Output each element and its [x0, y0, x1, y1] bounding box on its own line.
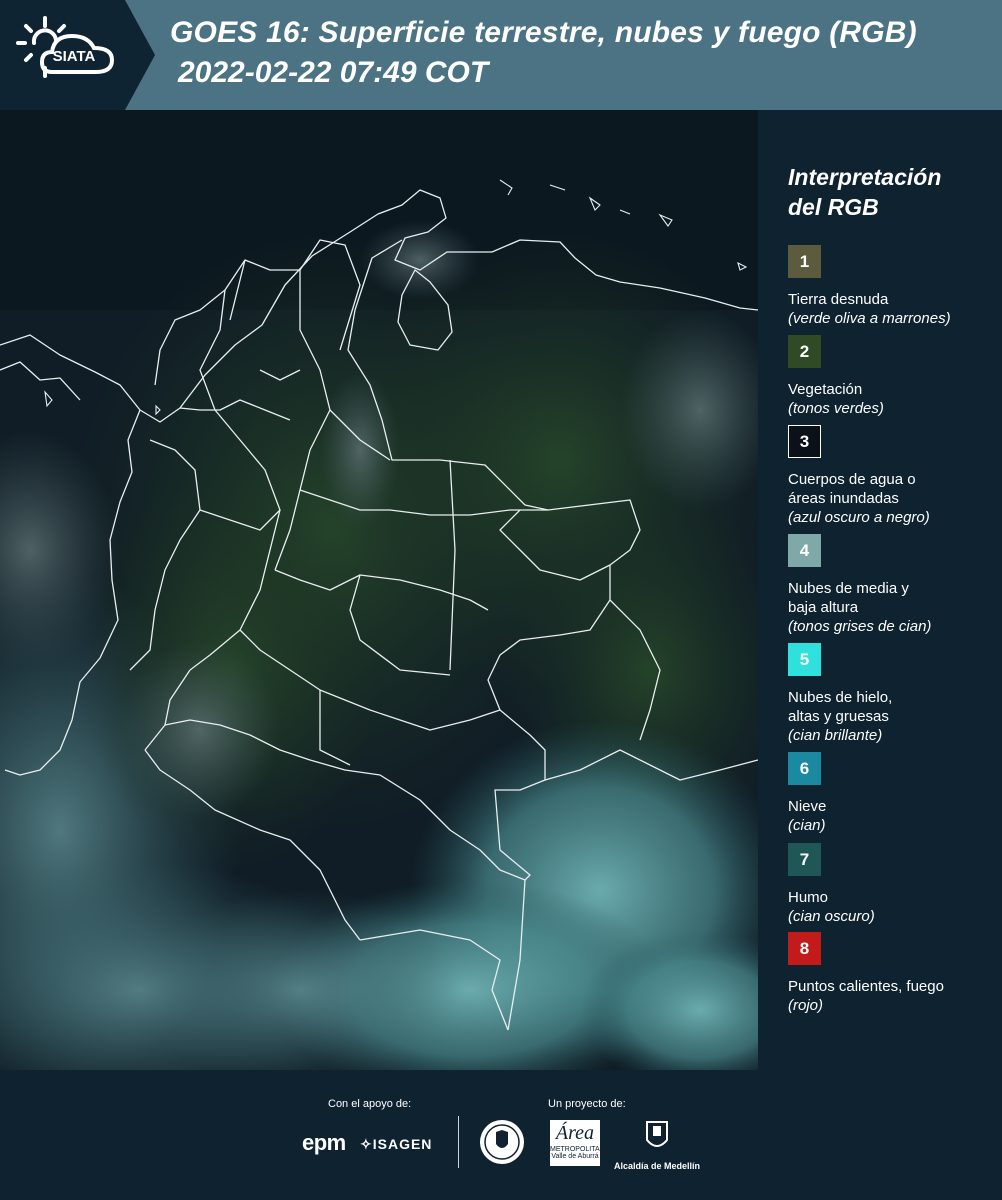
- medellin-crest-icon: [646, 1121, 668, 1147]
- timestamp: 2022-02-22 07:49 COT: [178, 56, 489, 89]
- medellin-text: Alcaldía de Medellín: [613, 1161, 701, 1171]
- support-label: Con el apoyo de:: [328, 1098, 412, 1110]
- legend-item: 7 Humo (cian oscuro): [788, 843, 998, 926]
- logo-arrow: [125, 0, 155, 110]
- isagen-logo: ✧ISAGEN: [360, 1136, 432, 1153]
- legend-sublabel: (tonos grises de cian): [788, 618, 932, 635]
- legend-item: 6 Nieve (cian): [788, 752, 998, 835]
- legend-swatch: 6: [788, 752, 821, 785]
- footer-divider: [458, 1116, 459, 1168]
- legend-sublabel: (tonos verdes): [788, 400, 884, 417]
- logo-text: SIATA: [53, 48, 96, 65]
- legend-item: 3 Cuerpos de agua o áreas inundadas (azul …: [788, 425, 998, 527]
- page-title: GOES 16: Superficie terrestre, nubes y f…: [170, 16, 917, 49]
- legend-label: Cuerpos de agua o áreas inundadas: [788, 471, 916, 507]
- legend-label: Nubes de hielo, altas y gruesas: [788, 689, 893, 725]
- satellite-image: [0, 110, 758, 1070]
- alcaldia-medellin-logo: Alcaldía de Medellín: [613, 1118, 701, 1171]
- legend-title: Interpretación del RGB: [788, 162, 988, 222]
- legend-swatch: 8: [788, 932, 821, 965]
- legend-item: 2 Vegetación (tonos verdes): [788, 335, 998, 418]
- legend-swatch: 1: [788, 245, 821, 278]
- siata-logo-icon: SIATA: [16, 16, 115, 78]
- legend-swatch: 5: [788, 643, 821, 676]
- legend-label: Vegetación: [788, 381, 863, 398]
- legend-label: Tierra desnuda: [788, 291, 889, 308]
- legend-sublabel: (cian brillante): [788, 727, 883, 744]
- satellite-map: [0, 110, 758, 1070]
- legend-swatch: 2: [788, 335, 821, 368]
- legend-item: 4 Nubes de media y baja altura (tonos gris…: [788, 534, 998, 636]
- university-seal-icon: [480, 1120, 524, 1164]
- isagen-icon: ✧: [360, 1136, 373, 1152]
- legend-label: Nieve: [788, 798, 827, 815]
- epm-logo: epm: [302, 1130, 346, 1155]
- legend-panel: Interpretación del RGB 1 Tierra desnuda (v…: [758, 110, 1002, 1070]
- legend-title-line2: del RGB: [788, 194, 879, 220]
- legend-sublabel: (cian): [788, 817, 826, 834]
- legend-sublabel: (azul oscuro a negro): [788, 509, 930, 526]
- area-metropolitana-logo: Área METROPOLITANA Valle de Aburrá: [550, 1120, 610, 1166]
- area-logo-sub2: Valle de Aburrá: [551, 1153, 599, 1160]
- legend-item: 5 Nubes de hielo, altas y gruesas (cian br…: [788, 643, 998, 745]
- project-label: Un proyecto de:: [548, 1098, 626, 1110]
- legend-label: Humo: [788, 889, 829, 906]
- footer: Con el apoyo de: Un proyecto de: epm ✧IS…: [0, 1070, 1002, 1200]
- legend-title-line1: Interpretación: [788, 164, 942, 190]
- header: SIATA GOES 16: Superficie terrestre, nub…: [0, 0, 1002, 110]
- legend-sublabel: (cian oscuro): [788, 908, 875, 925]
- legend-swatch: 3: [788, 425, 821, 458]
- legend-sublabel: (rojo): [788, 997, 824, 1014]
- area-logo-sub: METROPOLITANA: [550, 1146, 610, 1153]
- area-logo-title: Área: [555, 1122, 595, 1144]
- legend-label: Nubes de media y baja altura: [788, 580, 909, 616]
- legend-swatch: 4: [788, 534, 821, 567]
- legend-swatch: 7: [788, 843, 821, 876]
- legend-label: Puntos calientes, fuego: [788, 978, 944, 995]
- legend-item: 8 Puntos calientes, fuego (rojo): [788, 932, 998, 1015]
- legend-sublabel: (verde oliva a marrones): [788, 310, 951, 327]
- legend-item: 1 Tierra desnuda (verde oliva a marrones): [788, 245, 998, 328]
- isagen-text: ISAGEN: [372, 1136, 433, 1152]
